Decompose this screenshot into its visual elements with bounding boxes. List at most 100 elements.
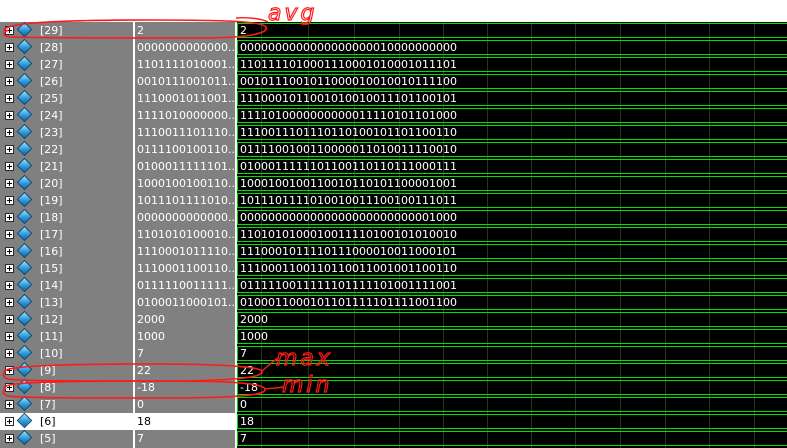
signal-name-cell[interactable]: [23] <box>0 123 133 141</box>
expand-plus-icon[interactable] <box>5 111 14 120</box>
signal-row[interactable]: [7] 0 0 <box>0 395 787 413</box>
signal-value-cell[interactable]: 7 <box>135 430 235 447</box>
signal-name-cell[interactable]: [22] <box>0 140 133 158</box>
signal-name-cell[interactable]: [10] <box>0 344 133 362</box>
signal-waveform[interactable]: 2 <box>237 22 787 39</box>
expand-plus-icon[interactable] <box>5 332 14 341</box>
expand-plus-icon[interactable] <box>5 366 14 375</box>
signal-name-cell[interactable]: [19] <box>0 191 133 209</box>
signal-value-cell[interactable]: 0100011000101... <box>135 294 235 311</box>
expand-plus-icon[interactable] <box>5 94 14 103</box>
signal-row[interactable]: [12] 2000 2000 <box>0 310 787 328</box>
signal-value-cell[interactable]: 1110001011001... <box>135 90 235 107</box>
signal-waveform[interactable]: 1110011101110110100101101100110 <box>237 124 787 141</box>
signal-name-cell[interactable]: [21] <box>0 157 133 175</box>
signal-row[interactable]: [29] 2 2 <box>0 21 787 39</box>
signal-value-cell[interactable]: 0000000000000... <box>135 209 235 226</box>
signal-waveform[interactable]: 0111110011111101111101001111001 <box>237 277 787 294</box>
signal-value-cell[interactable]: 1011101111010... <box>135 192 235 209</box>
signal-name-cell[interactable]: [29] <box>0 21 133 39</box>
signal-row[interactable]: [21] 0100011111101... 01000111111011001101… <box>0 157 787 175</box>
signal-row[interactable]: [15] 1110001100110... 11100011001101100110… <box>0 259 787 277</box>
expand-plus-icon[interactable] <box>5 230 14 239</box>
signal-value-cell[interactable]: 18 <box>135 413 235 430</box>
signal-row[interactable]: [14] 0111110011111... 01111100111111011111… <box>0 276 787 294</box>
signal-waveform[interactable]: 7 <box>237 345 787 362</box>
signal-row[interactable]: [6] 18 18 <box>0 412 787 430</box>
signal-row[interactable]: [20] 1000100100110... 10001001001100101101… <box>0 174 787 192</box>
signal-name-cell[interactable]: [9] <box>0 361 133 379</box>
signal-name-cell[interactable]: [13] <box>0 293 133 311</box>
signal-waveform[interactable]: 1110001011110111000010011000101 <box>237 243 787 260</box>
signal-waveform[interactable]: 0000000000000000000010000000000 <box>237 39 787 56</box>
signal-waveform[interactable]: 2000 <box>237 311 787 328</box>
signal-value-cell[interactable]: 0010111001011... <box>135 73 235 90</box>
signal-name-cell[interactable]: [7] <box>0 395 133 413</box>
signal-value-cell[interactable]: 1101010100010... <box>135 226 235 243</box>
signal-waveform[interactable]: -18 <box>237 379 787 396</box>
signal-row[interactable]: [26] 0010111001011... 00101110010110000100… <box>0 72 787 90</box>
signal-waveform[interactable]: 0100011000101101111101111001100 <box>237 294 787 311</box>
expand-plus-icon[interactable] <box>5 145 14 154</box>
signal-row[interactable]: [24] 1111010000000... 11110100000000000111… <box>0 106 787 124</box>
expand-plus-icon[interactable] <box>5 77 14 86</box>
signal-value-cell[interactable]: 0000000000000... <box>135 39 235 56</box>
expand-plus-icon[interactable] <box>5 247 14 256</box>
signal-value-cell[interactable]: 2 <box>135 22 235 39</box>
signal-name-cell[interactable]: [5] <box>0 429 133 447</box>
signal-row[interactable]: [25] 1110001011001... 11100010110010100100… <box>0 89 787 107</box>
expand-plus-icon[interactable] <box>5 349 14 358</box>
expand-plus-icon[interactable] <box>5 298 14 307</box>
expand-plus-icon[interactable] <box>5 315 14 324</box>
expand-plus-icon[interactable] <box>5 26 14 35</box>
signal-waveform[interactable]: 0010111001011000010010010111100 <box>237 73 787 90</box>
signal-row[interactable]: [28] 0000000000000... 00000000000000000000… <box>0 38 787 56</box>
expand-plus-icon[interactable] <box>5 179 14 188</box>
signal-name-cell[interactable]: [28] <box>0 38 133 56</box>
signal-value-cell[interactable]: 1101111010001... <box>135 56 235 73</box>
signal-value-cell[interactable]: 1000100100110... <box>135 175 235 192</box>
signal-waveform[interactable]: 18 <box>237 413 787 430</box>
signal-waveform[interactable]: 1110001100110110011001001100110 <box>237 260 787 277</box>
expand-plus-icon[interactable] <box>5 162 14 171</box>
signal-waveform[interactable]: 22 <box>237 362 787 379</box>
signal-value-cell[interactable]: 1000 <box>135 328 235 345</box>
signal-name-cell[interactable]: [6] <box>0 412 133 430</box>
signal-waveform[interactable]: 7 <box>237 430 787 447</box>
signal-name-cell[interactable]: [27] <box>0 55 133 73</box>
signal-row[interactable]: [8] -18 -18 <box>0 378 787 396</box>
signal-name-cell[interactable]: [11] <box>0 327 133 345</box>
signal-name-cell[interactable]: [16] <box>0 242 133 260</box>
signal-waveform[interactable]: 1000 <box>237 328 787 345</box>
signal-value-cell[interactable]: 22 <box>135 362 235 379</box>
expand-plus-icon[interactable] <box>5 213 14 222</box>
signal-waveform[interactable]: 0100011111101100110110111000111 <box>237 158 787 175</box>
signal-value-cell[interactable]: 1110001100110... <box>135 260 235 277</box>
expand-plus-icon[interactable] <box>5 400 14 409</box>
expand-plus-icon[interactable] <box>5 43 14 52</box>
signal-row[interactable]: [13] 0100011000101... 01000110001011011111… <box>0 293 787 311</box>
signal-waveform[interactable]: 0 <box>237 396 787 413</box>
signal-name-cell[interactable]: [20] <box>0 174 133 192</box>
signal-name-cell[interactable]: [12] <box>0 310 133 328</box>
signal-row[interactable]: [23] 1110011101110... 11100111011101101001… <box>0 123 787 141</box>
signal-value-cell[interactable]: 2000 <box>135 311 235 328</box>
signal-value-cell[interactable]: 7 <box>135 345 235 362</box>
signal-waveform[interactable]: 1101111010001110001010001011101 <box>237 56 787 73</box>
signal-value-cell[interactable]: 0 <box>135 396 235 413</box>
signal-row[interactable]: [11] 1000 1000 <box>0 327 787 345</box>
signal-value-cell[interactable]: 1110001011110... <box>135 243 235 260</box>
signal-value-cell[interactable]: 0100011111101... <box>135 158 235 175</box>
signal-value-cell[interactable]: -18 <box>135 379 235 396</box>
signal-name-cell[interactable]: [15] <box>0 259 133 277</box>
signal-name-cell[interactable]: [26] <box>0 72 133 90</box>
expand-plus-icon[interactable] <box>5 434 14 443</box>
signal-row[interactable]: [27] 1101111010001... 11011110100011100010… <box>0 55 787 73</box>
signal-row[interactable]: [10] 7 7 <box>0 344 787 362</box>
expand-plus-icon[interactable] <box>5 196 14 205</box>
signal-row[interactable]: [18] 0000000000000... 00000000000000000000… <box>0 208 787 226</box>
expand-plus-icon[interactable] <box>5 128 14 137</box>
expand-plus-icon[interactable] <box>5 264 14 273</box>
signal-value-cell[interactable]: 1111010000000... <box>135 107 235 124</box>
signal-name-cell[interactable]: [8] <box>0 378 133 396</box>
